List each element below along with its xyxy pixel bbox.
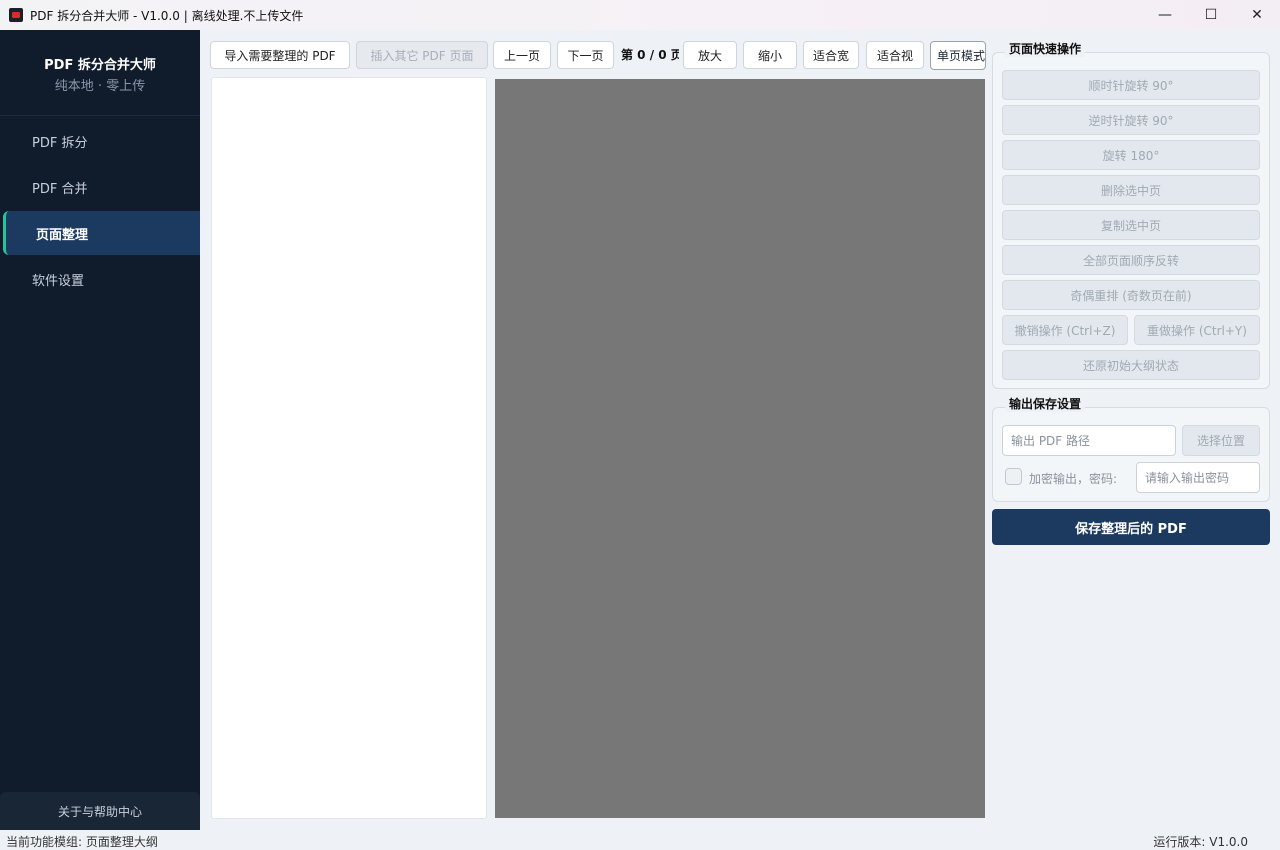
status-bar: 当前功能模组: 页面整理大纲 运行版本: V1.0.0 bbox=[0, 830, 1280, 850]
brand-subtitle: 纯本地 · 零上传 bbox=[54, 78, 146, 94]
output-title: 输出保存设置 bbox=[1005, 395, 1086, 412]
brand-title: PDF 拆分合并大师 bbox=[44, 57, 156, 73]
help-center-link[interactable]: 关于与帮助中心 bbox=[0, 792, 200, 830]
title-bar: PDF 拆分合并大师 - V1.0.0 | 离线处理.不上传文件 — ☐ ✕ bbox=[0, 0, 1280, 30]
zoom-in-button[interactable]: 放大 bbox=[683, 41, 737, 69]
view-mode-select[interactable]: 单页模式 ⌄ bbox=[930, 41, 986, 70]
encrypt-label: 加密输出，密码: bbox=[1029, 472, 1118, 486]
sidebar: PDF 拆分合并大师 纯本地 · 零上传 PDF 拆分 PDF 合并 页面整理 … bbox=[0, 30, 200, 830]
maximize-button[interactable]: ☐ bbox=[1188, 0, 1234, 30]
close-button[interactable]: ✕ bbox=[1234, 0, 1280, 30]
odd-even-reorder-button[interactable]: 奇偶重排 (奇数页在前) bbox=[1002, 280, 1260, 310]
restore-outline-button[interactable]: 还原初始大纲状态 bbox=[1002, 350, 1260, 380]
sidebar-item-settings[interactable]: 软件设置 bbox=[0, 257, 200, 301]
delete-selected-button[interactable]: 删除选中页 bbox=[1002, 175, 1260, 205]
zoom-out-button[interactable]: 缩小 bbox=[743, 41, 797, 69]
page-indicator: 第 0 / 0 页 bbox=[621, 48, 679, 62]
copy-selected-button[interactable]: 复制选中页 bbox=[1002, 210, 1260, 240]
sidebar-item-organize[interactable]: 页面整理 bbox=[3, 211, 200, 255]
prev-page-button[interactable]: 上一页 bbox=[493, 41, 551, 69]
import-pdf-button[interactable]: 导入需要整理的 PDF bbox=[210, 41, 350, 69]
insert-pages-button[interactable]: 插入其它 PDF 页面 bbox=[356, 41, 488, 69]
thumbnail-list[interactable] bbox=[211, 77, 487, 819]
rotate-180-button[interactable]: 旋转 180° bbox=[1002, 140, 1260, 170]
chevron-down-icon: ⌄ bbox=[973, 49, 982, 60]
reverse-order-button[interactable]: 全部页面顺序反转 bbox=[1002, 245, 1260, 275]
sidebar-item-split[interactable]: PDF 拆分 bbox=[0, 119, 200, 163]
choose-location-button[interactable]: 选择位置 bbox=[1182, 425, 1260, 456]
window-title: PDF 拆分合并大师 - V1.0.0 | 离线处理.不上传文件 bbox=[30, 8, 304, 23]
page-preview-canvas[interactable] bbox=[495, 79, 985, 818]
output-path-field[interactable]: 输出 PDF 路径 bbox=[1002, 425, 1176, 456]
password-field[interactable]: 请输入输出密码 bbox=[1136, 462, 1260, 493]
minimize-button[interactable]: — bbox=[1142, 0, 1188, 30]
rotate-cw-button[interactable]: 顺时针旋转 90° bbox=[1002, 70, 1260, 100]
fit-width-button[interactable]: 适合宽 bbox=[803, 41, 859, 69]
encrypt-checkbox[interactable] bbox=[1005, 468, 1022, 485]
fit-view-button[interactable]: 适合视 bbox=[866, 41, 924, 69]
save-pdf-button[interactable]: 保存整理后的 PDF bbox=[992, 509, 1270, 545]
next-page-button[interactable]: 下一页 bbox=[557, 41, 614, 69]
status-version: 运行版本: V1.0.0 bbox=[1153, 835, 1248, 849]
status-module: 当前功能模组: 页面整理大纲 bbox=[6, 835, 158, 849]
undo-button[interactable]: 撤销操作 (Ctrl+Z) bbox=[1002, 315, 1128, 345]
sidebar-item-merge[interactable]: PDF 合并 bbox=[0, 165, 200, 209]
rotate-ccw-button[interactable]: 逆时针旋转 90° bbox=[1002, 105, 1260, 135]
app-logo-icon bbox=[9, 8, 23, 22]
quick-ops-title: 页面快速操作 bbox=[1005, 40, 1086, 57]
redo-button[interactable]: 重做操作 (Ctrl+Y) bbox=[1134, 315, 1260, 345]
brand: PDF 拆分合并大师 纯本地 · 零上传 bbox=[0, 30, 200, 116]
